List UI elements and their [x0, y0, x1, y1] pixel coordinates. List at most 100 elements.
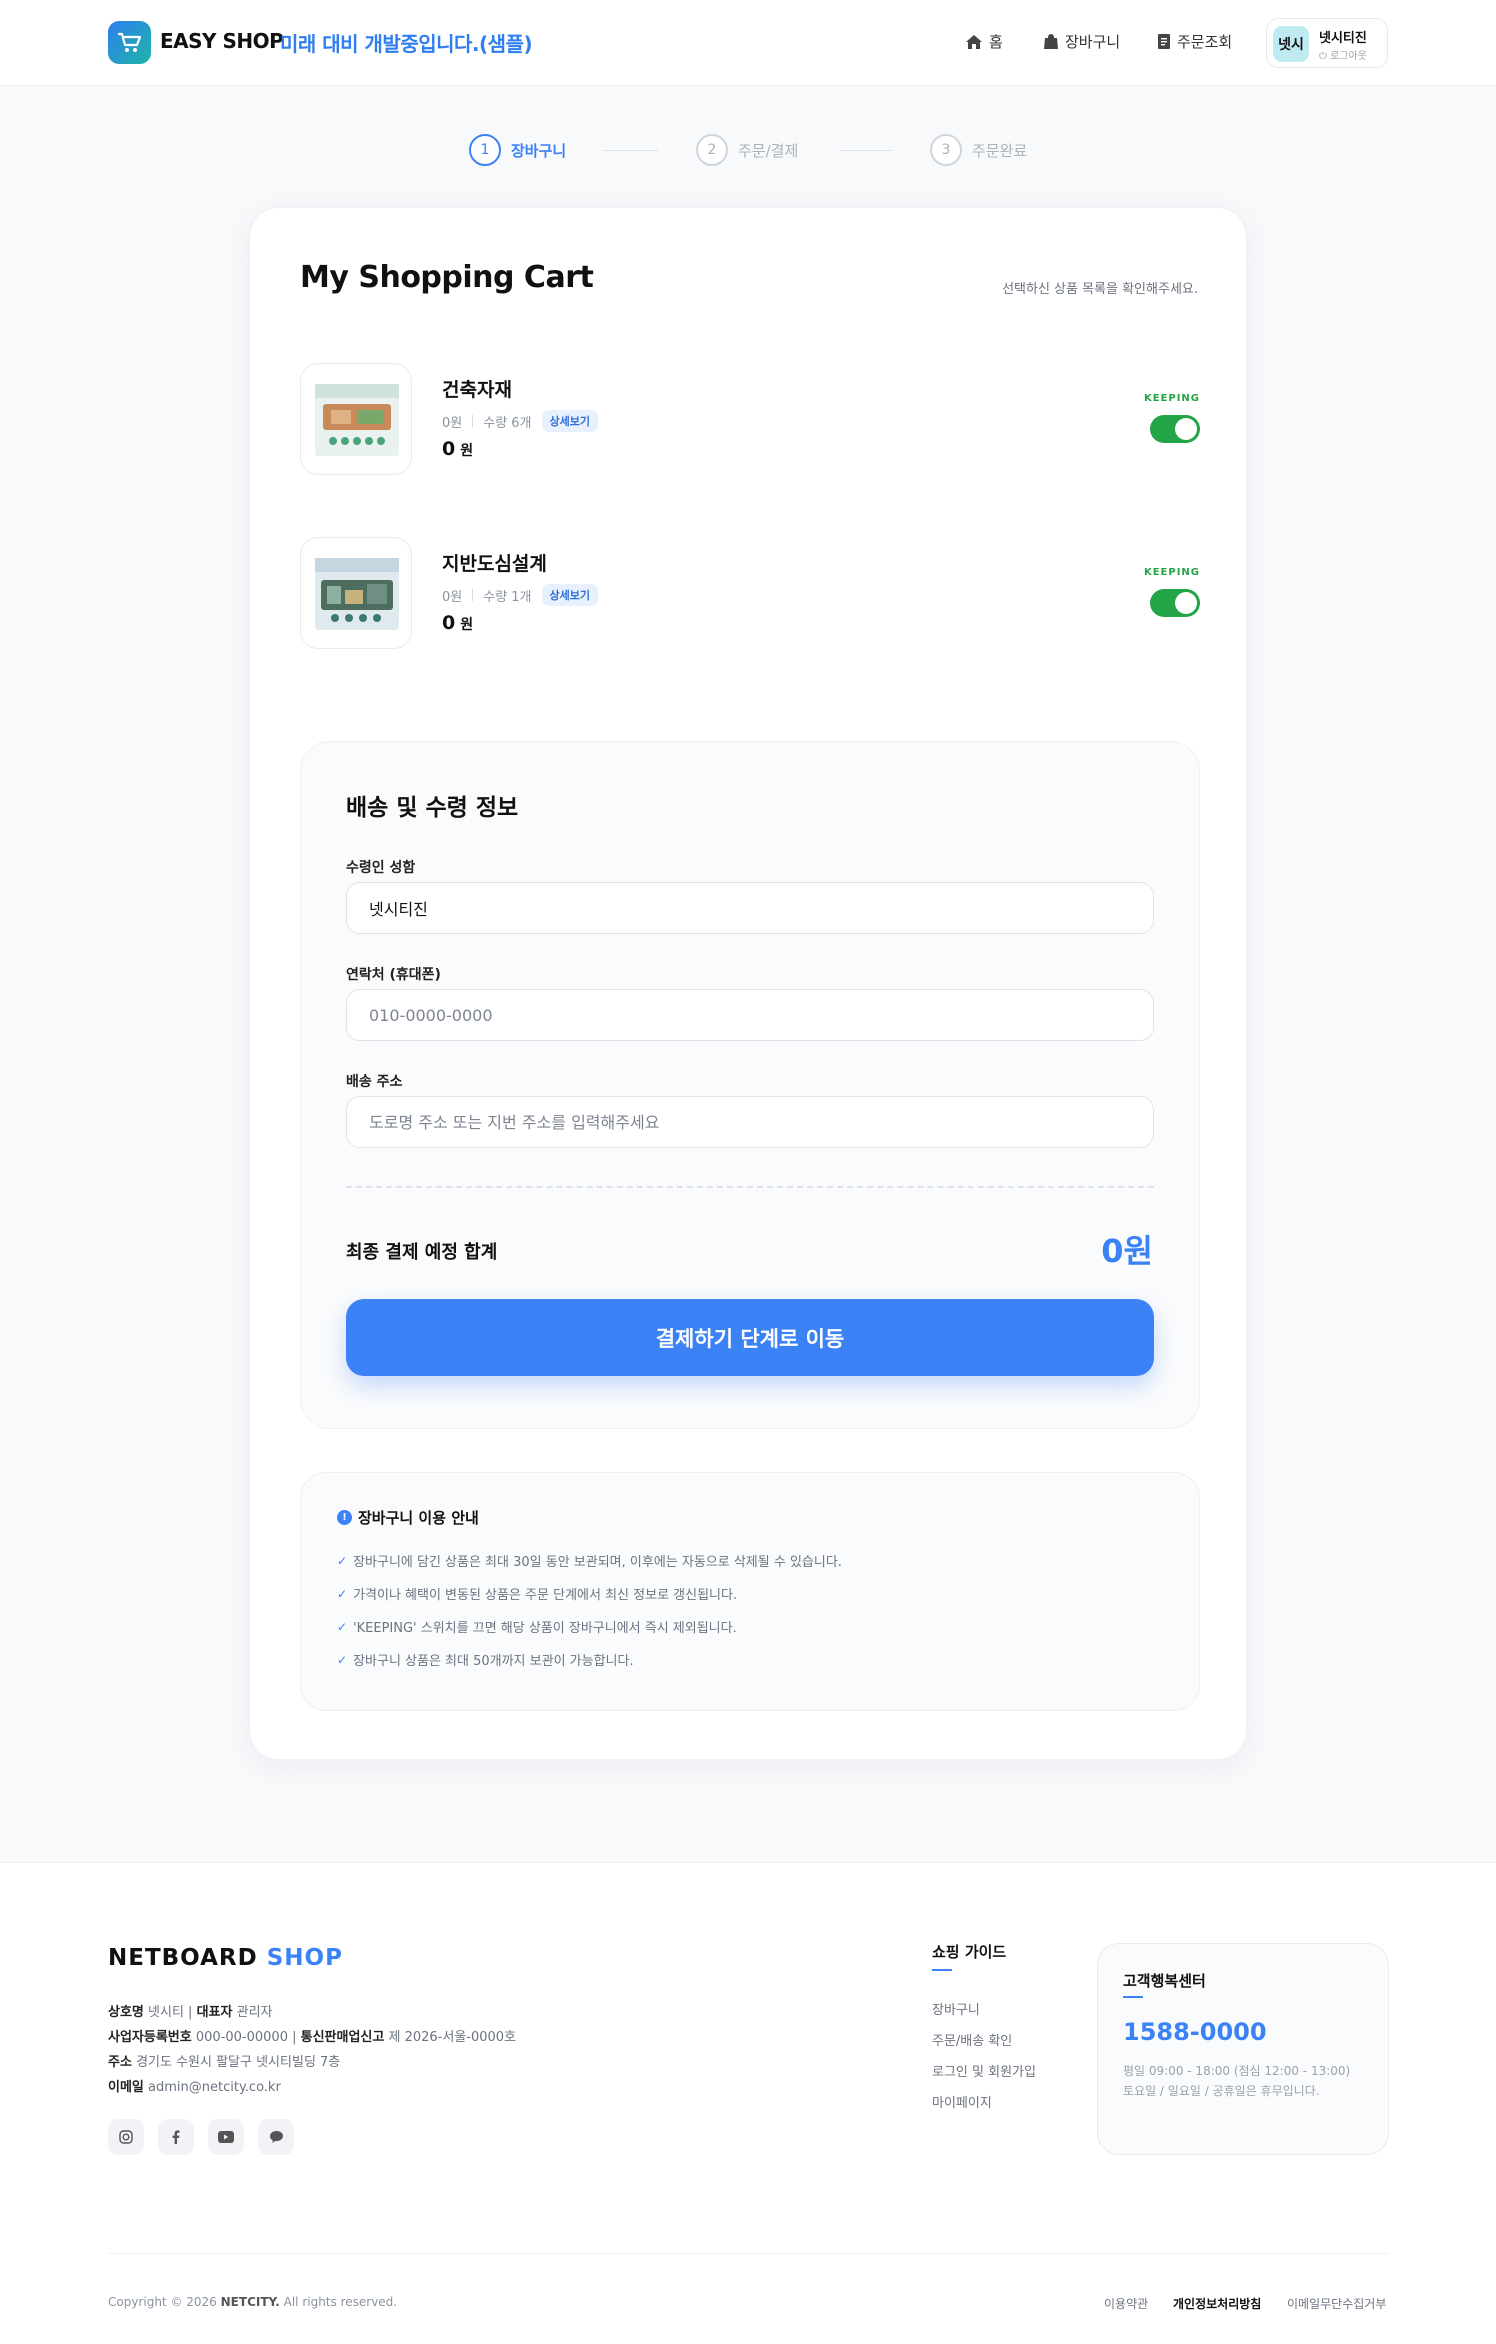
nav-orders[interactable]: 주문조회: [1158, 31, 1232, 52]
receipt-icon: [1158, 34, 1170, 49]
copyright-brand: NETCITY.: [220, 2295, 280, 2309]
notice-title-text: 장바구니 이용 안내: [358, 1509, 479, 1527]
brand-name[interactable]: EASY SHOP: [160, 29, 284, 53]
step-label: 주문완료: [972, 141, 1028, 160]
notice-item: ✓ 장바구니에 담긴 상품은 최대 30일 동안 보관되며, 이후에는 자동으로 …: [337, 1551, 842, 1571]
step-number: 3: [930, 134, 962, 166]
product-price: 0원: [442, 438, 473, 460]
shipping-form: 배송 및 수령 정보 수령인 성함 연락처 (휴대폰) 배송 주소 최종 결제 …: [300, 741, 1200, 1429]
step-complete: 3 주문완료: [930, 134, 1027, 166]
price-value: 0: [442, 612, 456, 634]
cart-logo-icon[interactable]: [108, 21, 151, 64]
notice-item: ✓ 장바구니 상품은 최대 50개까지 보관이 가능합니다.: [337, 1650, 634, 1670]
keeping-toggle[interactable]: [1150, 589, 1200, 617]
divider: [346, 1186, 1154, 1188]
copyright-post: All rights reserved.: [283, 2295, 398, 2309]
notice-title: ! 장바구니 이용 안내: [337, 1507, 479, 1528]
cart-item: 지반도심설계 0원 수량 1개 상세보기 0원 KEEPING: [300, 537, 1200, 649]
quantity: 수량 1개: [483, 589, 532, 605]
unit-price: 0원: [442, 589, 463, 605]
product-meta: 0원 수량 6개 상세보기: [442, 410, 599, 432]
chat-icon[interactable]: [258, 2119, 294, 2155]
privacy-link[interactable]: 개인정보처리방침: [1173, 2295, 1261, 2312]
cs-phone[interactable]: 1588-0000: [1123, 2018, 1267, 2046]
meta-divider: [472, 589, 474, 601]
guide-link-login[interactable]: 로그인 및 회원가입: [932, 2061, 1036, 2080]
meta-divider: [472, 415, 474, 427]
product-meta: 0원 수량 1개 상세보기: [442, 584, 599, 606]
total-label: 최종 결제 예정 합계: [346, 1242, 498, 1263]
phone-input[interactable]: [346, 989, 1154, 1041]
copyright-pre: Copyright © 2026: [108, 2295, 217, 2309]
nav-home-label: 홈: [989, 33, 1003, 51]
unit-price: 0원: [442, 415, 463, 431]
ceo-label: 대표자: [196, 2005, 233, 2020]
page-title: My Shopping Cart: [300, 260, 594, 295]
notice-text: 가격이나 혜택이 변동된 상품은 주문 단계에서 최신 정보로 갱신됩니다.: [353, 1588, 738, 1603]
footer-brand-main: NETBOARD: [108, 1945, 258, 1971]
copyright: Copyright © 2026 NETCITY. All rights res…: [108, 2295, 397, 2309]
keeping-label: KEEPING: [1143, 393, 1200, 404]
check-icon: ✓: [337, 1553, 348, 1568]
cart-card: My Shopping Cart 선택하신 상품 목록을 확인해주세요. 건축자…: [249, 207, 1247, 1760]
detail-button[interactable]: 상세보기: [541, 584, 599, 606]
product-thumbnail[interactable]: [300, 537, 412, 649]
terms-link[interactable]: 이용약관: [1104, 2295, 1148, 2312]
addr-value: 경기도 수원시 팔달구 넷시티빌딩 7층: [136, 2055, 341, 2070]
social-links: [108, 2119, 294, 2155]
ceo-value: 관리자: [236, 2005, 273, 2020]
guide-link-cart[interactable]: 장바구니: [932, 1999, 980, 2018]
product-thumbnail[interactable]: [300, 363, 412, 475]
logout-link[interactable]: ⏻ 로그아웃: [1319, 47, 1367, 62]
info-icon: !: [337, 1510, 352, 1525]
notice-item: ✓ 'KEEPING' 스위치를 끄면 해당 상품이 장바구니에서 즉시 제외됩니…: [337, 1617, 737, 1637]
product-name[interactable]: 지반도심설계: [442, 549, 547, 576]
site-header: EASY SHOP 미래 대비 개발중입니다.(샘플) 홈 장바구니 주문조회 …: [0, 0, 1496, 86]
check-icon: ✓: [337, 1619, 348, 1634]
facebook-icon[interactable]: [158, 2119, 194, 2155]
email-refusal-link[interactable]: 이메일무단수집거부: [1287, 2295, 1386, 2312]
user-name: 넷시티진: [1319, 31, 1367, 46]
step-label: 주문/결제: [738, 141, 799, 160]
keeping-toggle[interactable]: [1150, 415, 1200, 443]
keeping-label: KEEPING: [1143, 567, 1200, 578]
addr-label: 주소: [108, 2055, 132, 2070]
nav-orders-label: 주문조회: [1177, 33, 1233, 51]
quantity: 수량 6개: [483, 415, 532, 431]
bizno-label: 사업자등록번호: [108, 2030, 192, 2045]
brand-tagline: 미래 대비 개발중입니다.(샘플): [280, 32, 533, 56]
guide-title: 쇼핑 가이드: [932, 1943, 1007, 1961]
email-label: 이메일: [108, 2080, 144, 2095]
notice-text: 'KEEPING' 스위치를 끄면 해당 상품이 장바구니에서 즉시 제외됩니다…: [353, 1621, 737, 1636]
cart-item: 건축자재 0원 수량 6개 상세보기 0원 KEEPING: [300, 363, 1200, 475]
step-number: 2: [696, 134, 728, 166]
recipient-name-input[interactable]: [346, 882, 1154, 934]
youtube-icon[interactable]: [208, 2119, 244, 2155]
footer-divider: [108, 2253, 1389, 2254]
proceed-payment-button[interactable]: 결제하기 단계로 이동: [346, 1299, 1154, 1376]
product-name[interactable]: 건축자재: [442, 375, 512, 402]
address-input[interactable]: [346, 1096, 1154, 1148]
check-icon: ✓: [337, 1586, 348, 1601]
price-value: 0: [442, 438, 456, 460]
product-price: 0원: [442, 612, 473, 634]
step-label: 장바구니: [511, 141, 567, 160]
email-info: 이메일 admin@netcity.co.kr: [108, 2076, 281, 2095]
phone-label: 연락처 (휴대폰): [346, 967, 441, 983]
detail-button[interactable]: 상세보기: [541, 410, 599, 432]
step-cart: 1 장바구니: [469, 134, 566, 166]
footer-brand: NETBOARD SHOP: [108, 1945, 343, 1971]
guide-underline: [932, 1969, 952, 1971]
cs-hours: 평일 09:00 - 18:00 (점심 12:00 - 13:00): [1123, 2064, 1351, 2078]
guide-link-orders[interactable]: 주문/배송 확인: [932, 2030, 1012, 2049]
page-subtitle: 선택하신 상품 목록을 확인해주세요.: [1002, 282, 1198, 297]
user-menu[interactable]: 넷시 넷시티진 ⏻ 로그아웃: [1266, 18, 1388, 68]
nav-home[interactable]: 홈: [966, 31, 1003, 52]
avatar: 넷시: [1273, 26, 1309, 62]
instagram-icon[interactable]: [108, 2119, 144, 2155]
logout-label: 로그아웃: [1330, 51, 1367, 62]
guide-link-mypage[interactable]: 마이페이지: [932, 2092, 992, 2111]
footer-brand-accent: SHOP: [266, 1945, 343, 1971]
nav-cart[interactable]: 장바구니: [1044, 31, 1120, 52]
shipping-title: 배송 및 수령 정보: [346, 795, 519, 821]
